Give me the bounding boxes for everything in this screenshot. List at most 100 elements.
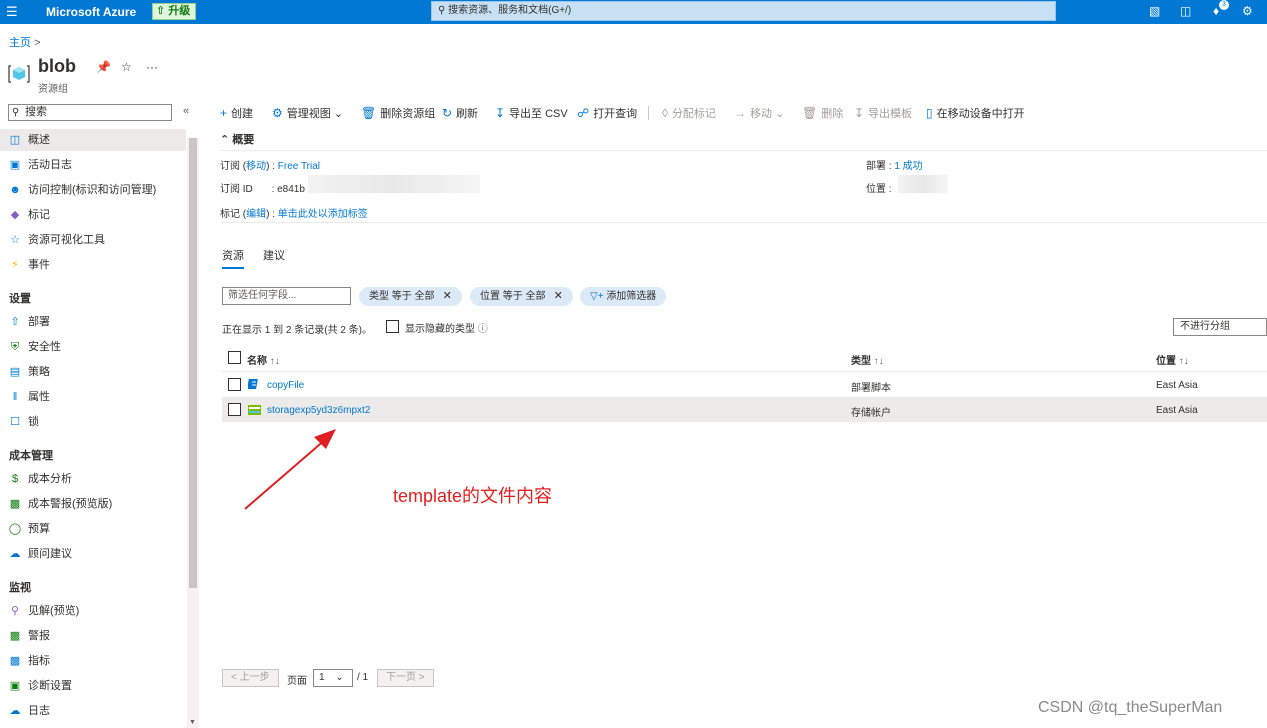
sidebar-item-visualizer[interactable]: ☆ 资源可视化工具 — [0, 229, 186, 251]
sidebar-item-policies[interactable]: ▤ 策略 — [0, 361, 186, 383]
shield-icon: ⛨ — [10, 341, 20, 353]
add-filter-label: 添加筛选器 — [606, 291, 657, 302]
cost-icon: $ — [11, 473, 19, 485]
sidebar-scrollbar[interactable]: ▼ — [187, 138, 199, 728]
pin-icon[interactable]: 📌 — [96, 60, 111, 74]
select-all-checkbox[interactable] — [228, 351, 241, 364]
scroll-down-arrow-icon[interactable]: ▼ — [189, 719, 196, 726]
sidebar-item-logs[interactable]: ☁ 日志 — [0, 700, 186, 722]
sidebar-section-settings: 设置 — [9, 293, 31, 305]
group-by-dropdown[interactable]: 不进行分组 — [1173, 318, 1267, 336]
essentials-toggle[interactable]: ⌃ 概要 — [220, 131, 254, 147]
breadcrumb: 主页 > — [9, 34, 41, 50]
essentials-divider — [220, 150, 1267, 151]
favorite-star-icon[interactable]: ☆ — [121, 60, 132, 74]
sidebar-item-insights[interactable]: ⚲ 见解(预览) — [0, 600, 186, 622]
open-mobile-button[interactable]: ▯ 在移动设备中打开 — [926, 104, 1025, 122]
assign-tags-button[interactable]: ◊ 分配标记 — [662, 104, 716, 122]
deployments-row: 部署 : 1 成功 — [866, 161, 923, 172]
resource-name-link[interactable]: storagexp5yd3z6mpxt2 — [267, 405, 370, 416]
location-filter-pill[interactable]: 位置 等于 全部 ✕ — [470, 287, 573, 306]
tags-row: 标记 (编辑) : 单击此处以添加标签 — [220, 209, 368, 220]
refresh-button[interactable]: ↻ 刷新 — [442, 104, 478, 122]
sidebar-item-cost-alerts[interactable]: ▩ 成本警报(预览版) — [0, 493, 186, 515]
close-icon[interactable]: ✕ — [443, 290, 452, 302]
delete-button[interactable]: 🗑 删除 — [802, 104, 843, 122]
sidebar-item-overview[interactable]: ◫ 概述 — [0, 129, 186, 151]
deployments-link[interactable]: 1 成功 — [894, 161, 922, 172]
row-checkbox[interactable] — [228, 403, 241, 416]
breadcrumb-home-link[interactable]: 主页 — [9, 37, 31, 49]
sidebar-item-advisor[interactable]: ☁ 顾问建议 — [0, 543, 186, 565]
upgrade-button[interactable]: ⇧ 升级 — [152, 3, 196, 20]
sidebar-item-tags[interactable]: ◆ 标记 — [0, 204, 186, 226]
hamburger-menu-icon[interactable]: ☰ — [6, 4, 18, 20]
export-csv-button[interactable]: ↧ 导出至 CSV — [495, 104, 568, 122]
sidebar-item-activity-log[interactable]: ▣ 活动日志 — [0, 154, 186, 176]
sidebar-item-properties[interactable]: ‖ 属性 — [0, 386, 186, 408]
sidebar-item-events[interactable]: ⚡ 事件 — [0, 254, 186, 276]
settings-gear-icon[interactable]: ⚙ — [1242, 4, 1253, 18]
open-query-button[interactable]: ☍ 打开查询 — [577, 104, 637, 122]
previous-page-button[interactable]: < 上一步 — [222, 669, 279, 687]
tags-label: 标记 — [220, 209, 240, 220]
tab-resources[interactable]: 资源 — [222, 247, 244, 269]
type-filter-pill[interactable]: 类型 等于 全部 ✕ — [359, 287, 462, 306]
command-bar: + 创建 ⚙ 管理视图 ⌄ 🗑 删除资源组 ↻ 刷新 ↧ 导出至 CSV ☍ 打开查询 ◊ 分… — [220, 104, 1260, 122]
move-subscription-link[interactable]: 移动 — [246, 161, 266, 172]
tab-recommendations[interactable]: 建议 — [263, 247, 285, 263]
create-button[interactable]: + 创建 — [220, 104, 253, 122]
add-tags-link[interactable]: 单击此处以添加标签 — [278, 209, 368, 220]
sidebar-item-label: 成本分析 — [28, 473, 72, 485]
sidebar-item-deployments[interactable]: ⇧ 部署 — [0, 311, 186, 333]
directory-filter-icon[interactable]: ◫ — [1180, 4, 1191, 18]
cloud-shell-icon[interactable]: ▧ — [1149, 4, 1160, 18]
add-filter-button[interactable]: ▽+ 添加筛选器 — [580, 287, 667, 306]
resource-name-link[interactable]: copyFile — [267, 380, 304, 391]
sidebar-item-locks[interactable]: ☐ 锁 — [0, 411, 186, 433]
notification-count-badge: 3 — [1219, 0, 1229, 10]
alerts-icon: ▩ — [9, 630, 21, 642]
brand-link[interactable]: Microsoft Azure — [46, 5, 136, 19]
sidebar-search-input[interactable]: ⚲ 搜索 — [8, 104, 172, 121]
sort-icon: ↑↓ — [1178, 356, 1189, 367]
collapse-sidebar-icon[interactable]: « — [183, 105, 189, 117]
sidebar-item-label: 指标 — [28, 655, 50, 667]
policy-icon: ▤ — [9, 366, 21, 378]
create-label: 创建 — [231, 108, 254, 120]
lock-icon: ☐ — [10, 416, 20, 428]
column-header-type[interactable]: 类型 ↑↓ — [851, 352, 884, 367]
next-page-button[interactable]: 下一页 > — [377, 669, 434, 687]
column-header-location[interactable]: 位置 ↑↓ — [1156, 352, 1189, 367]
global-search-input[interactable]: ⚲ 搜索资源、服务和文档(G+/) — [431, 1, 1056, 21]
subscription-link[interactable]: Free Trial — [278, 161, 320, 172]
sidebar-item-cost-analysis[interactable]: $ 成本分析 — [0, 468, 186, 490]
sidebar-item-metrics[interactable]: ▩ 指标 — [0, 650, 186, 672]
query-icon: ☍ — [577, 106, 590, 120]
more-options-icon[interactable]: ··· — [146, 60, 158, 74]
manage-view-button[interactable]: ⚙ 管理视图 ⌄ — [272, 104, 343, 122]
edit-tags-link[interactable]: 编辑 — [246, 209, 266, 220]
sidebar-item-diagnostics[interactable]: ▣ 诊断设置 — [0, 675, 186, 697]
filter-input[interactable]: 筛选任何字段... — [222, 287, 351, 305]
toolbar-divider — [648, 106, 649, 120]
location-row: 位置 : — [866, 184, 892, 195]
subscription-row: 订阅 (移动) : Free Trial — [220, 161, 321, 172]
sidebar-item-alerts[interactable]: ▩ 警报 — [0, 625, 186, 647]
sidebar-section-cost: 成本管理 — [9, 450, 53, 462]
page-select[interactable]: 1 ⌄ — [313, 669, 353, 687]
sidebar-item-security[interactable]: ⛨ 安全性 — [0, 336, 186, 358]
row-checkbox[interactable] — [228, 378, 241, 391]
sidebar-item-iam[interactable]: ☻ 访问控制(标识和访问管理) — [0, 179, 186, 201]
sidebar-scrollbar-thumb[interactable] — [189, 138, 197, 588]
show-hidden-checkbox[interactable] — [386, 320, 399, 333]
export-template-label: 导出模板 — [868, 108, 913, 120]
sidebar-item-label: 安全性 — [28, 341, 61, 353]
sidebar-item-budgets[interactable]: ◯ 预算 — [0, 518, 186, 540]
move-button[interactable]: → 移动 ⌄ — [734, 104, 784, 122]
delete-resource-group-button[interactable]: 🗑 删除资源组 — [361, 104, 435, 122]
delete-label: 删除 — [821, 108, 844, 120]
column-header-name[interactable]: 名称 ↑↓ — [247, 352, 280, 367]
close-icon[interactable]: ✕ — [554, 290, 563, 302]
export-template-button[interactable]: ↧ 导出模板 — [854, 104, 912, 122]
